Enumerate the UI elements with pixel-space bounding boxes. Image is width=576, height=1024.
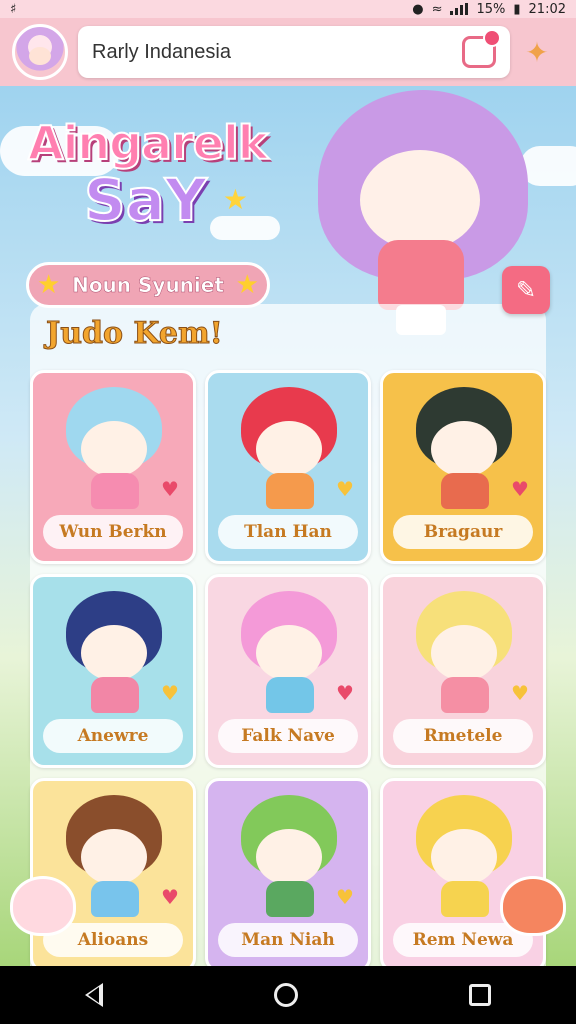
notification-button[interactable] (462, 29, 501, 68)
character-outfit (441, 881, 489, 917)
status-left: ♯ (10, 2, 16, 17)
back-icon[interactable] (85, 983, 104, 1007)
character-outfit (266, 881, 314, 917)
heart-icon: ♥ (336, 681, 354, 705)
character-face (81, 625, 147, 681)
avatar[interactable] (12, 24, 68, 80)
game-logo: Aingarelk SaY ★ (27, 115, 288, 235)
signal-icon (450, 3, 469, 15)
search-value: Rarly Indanesia (92, 40, 231, 63)
heart-icon: ♥ (336, 477, 354, 501)
hero-face (360, 150, 480, 250)
cat-mascot-right (500, 876, 566, 936)
heart-icon: ♥ (336, 885, 354, 909)
character-card[interactable]: ♥ Man Niah (205, 778, 371, 966)
character-face (81, 829, 147, 885)
character-card[interactable]: ♥ Wun Berkn (30, 370, 196, 564)
section-title: Judo Kem! (46, 316, 224, 352)
character-outfit (266, 677, 314, 713)
edit-button[interactable]: ✎ (502, 266, 550, 314)
character-face (256, 421, 322, 477)
main-stage: Aingarelk SaY ★ ★ Noun Syuniet ★ ✎ Judo … (0, 86, 576, 966)
character-card[interactable]: ♥ Anewre (30, 574, 196, 768)
character-name: Rem Newa (412, 930, 514, 950)
name-plate: Wun Berkn (43, 515, 183, 549)
character-name: Wun Berkn (59, 522, 167, 542)
character-name: Rmetele (423, 726, 503, 746)
character-card[interactable]: ♥ Falk Nave (205, 574, 371, 768)
character-card[interactable]: ♥ Tlan Han (205, 370, 371, 564)
logo-line1: Aingarelk (27, 115, 269, 171)
wifi-icon: ≈ (431, 1, 443, 17)
character-name: Anewre (77, 726, 149, 746)
wand-icon[interactable]: ✦ (520, 32, 554, 72)
banner: ★ Noun Syuniet ★ (26, 262, 270, 308)
heart-icon: ♥ (161, 885, 179, 909)
star-icon: ★ (235, 270, 259, 300)
character-name: Tlan Han (244, 522, 332, 542)
character-name: Man Niah (241, 930, 335, 950)
logo-line2: SaY (83, 165, 208, 235)
heart-icon: ♥ (511, 681, 529, 705)
character-face (256, 625, 322, 681)
character-outfit (91, 677, 139, 713)
character-outfit (441, 677, 489, 713)
battery-text: 15% (476, 1, 506, 17)
character-grid: ♥ Wun Berkn ♥ Tlan Han ♥ Bragaur ♥ Anewre ♥ Falk … (30, 370, 550, 966)
name-plate: Anewre (43, 719, 183, 753)
status-bar: ♯ ● ≈ 15% ▮ 21:02 (0, 0, 576, 18)
cat-mascot-left (10, 876, 76, 936)
character-name: Falk Nave (241, 726, 335, 746)
home-icon[interactable] (273, 983, 298, 1007)
name-plate: Rmetele (393, 719, 533, 753)
character-face (431, 625, 497, 681)
character-card[interactable]: ♥Rem Newa (380, 778, 546, 966)
app-notification-icon: ♯ (10, 1, 17, 17)
character-card[interactable]: ♥ Alioans (30, 778, 196, 966)
character-name: Bragaur (423, 522, 503, 542)
heart-icon: ♥ (161, 477, 179, 501)
hero-body (378, 240, 464, 310)
character-face (81, 421, 147, 477)
alarm-icon: ● (412, 1, 424, 17)
recents-icon[interactable] (468, 984, 491, 1006)
name-plate: Man Niah (218, 923, 358, 957)
character-name: Alioans (77, 930, 149, 950)
character-card[interactable]: ♥ Bragaur (380, 370, 546, 564)
system-nav-bar (0, 966, 576, 1024)
heart-icon: ♥ (161, 681, 179, 705)
star-icon: ★ (37, 270, 61, 300)
search-input[interactable]: Rarly Indanesia (78, 26, 510, 78)
banner-label: Noun Syuniet (72, 273, 224, 298)
star-icon: ★ (222, 183, 248, 216)
character-face (431, 829, 497, 885)
character-outfit (441, 473, 489, 509)
name-plate: Falk Nave (218, 719, 358, 753)
character-card[interactable]: ♥ Rmetele (380, 574, 546, 768)
character-face (431, 421, 497, 477)
clock: 21:02 (528, 1, 566, 17)
character-outfit (91, 881, 139, 917)
battery-icon: ▮ (513, 1, 521, 17)
name-plate: Tlan Han (218, 515, 358, 549)
heart-icon: ♥ (511, 477, 529, 501)
character-outfit (91, 473, 139, 509)
app-bar: Rarly Indanesia ✦ (0, 18, 576, 86)
character-face (256, 829, 322, 885)
character-outfit (266, 473, 314, 509)
name-plate: Bragaur (393, 515, 533, 549)
status-right: ● ≈ 15% ▮ 21:02 (412, 2, 566, 17)
